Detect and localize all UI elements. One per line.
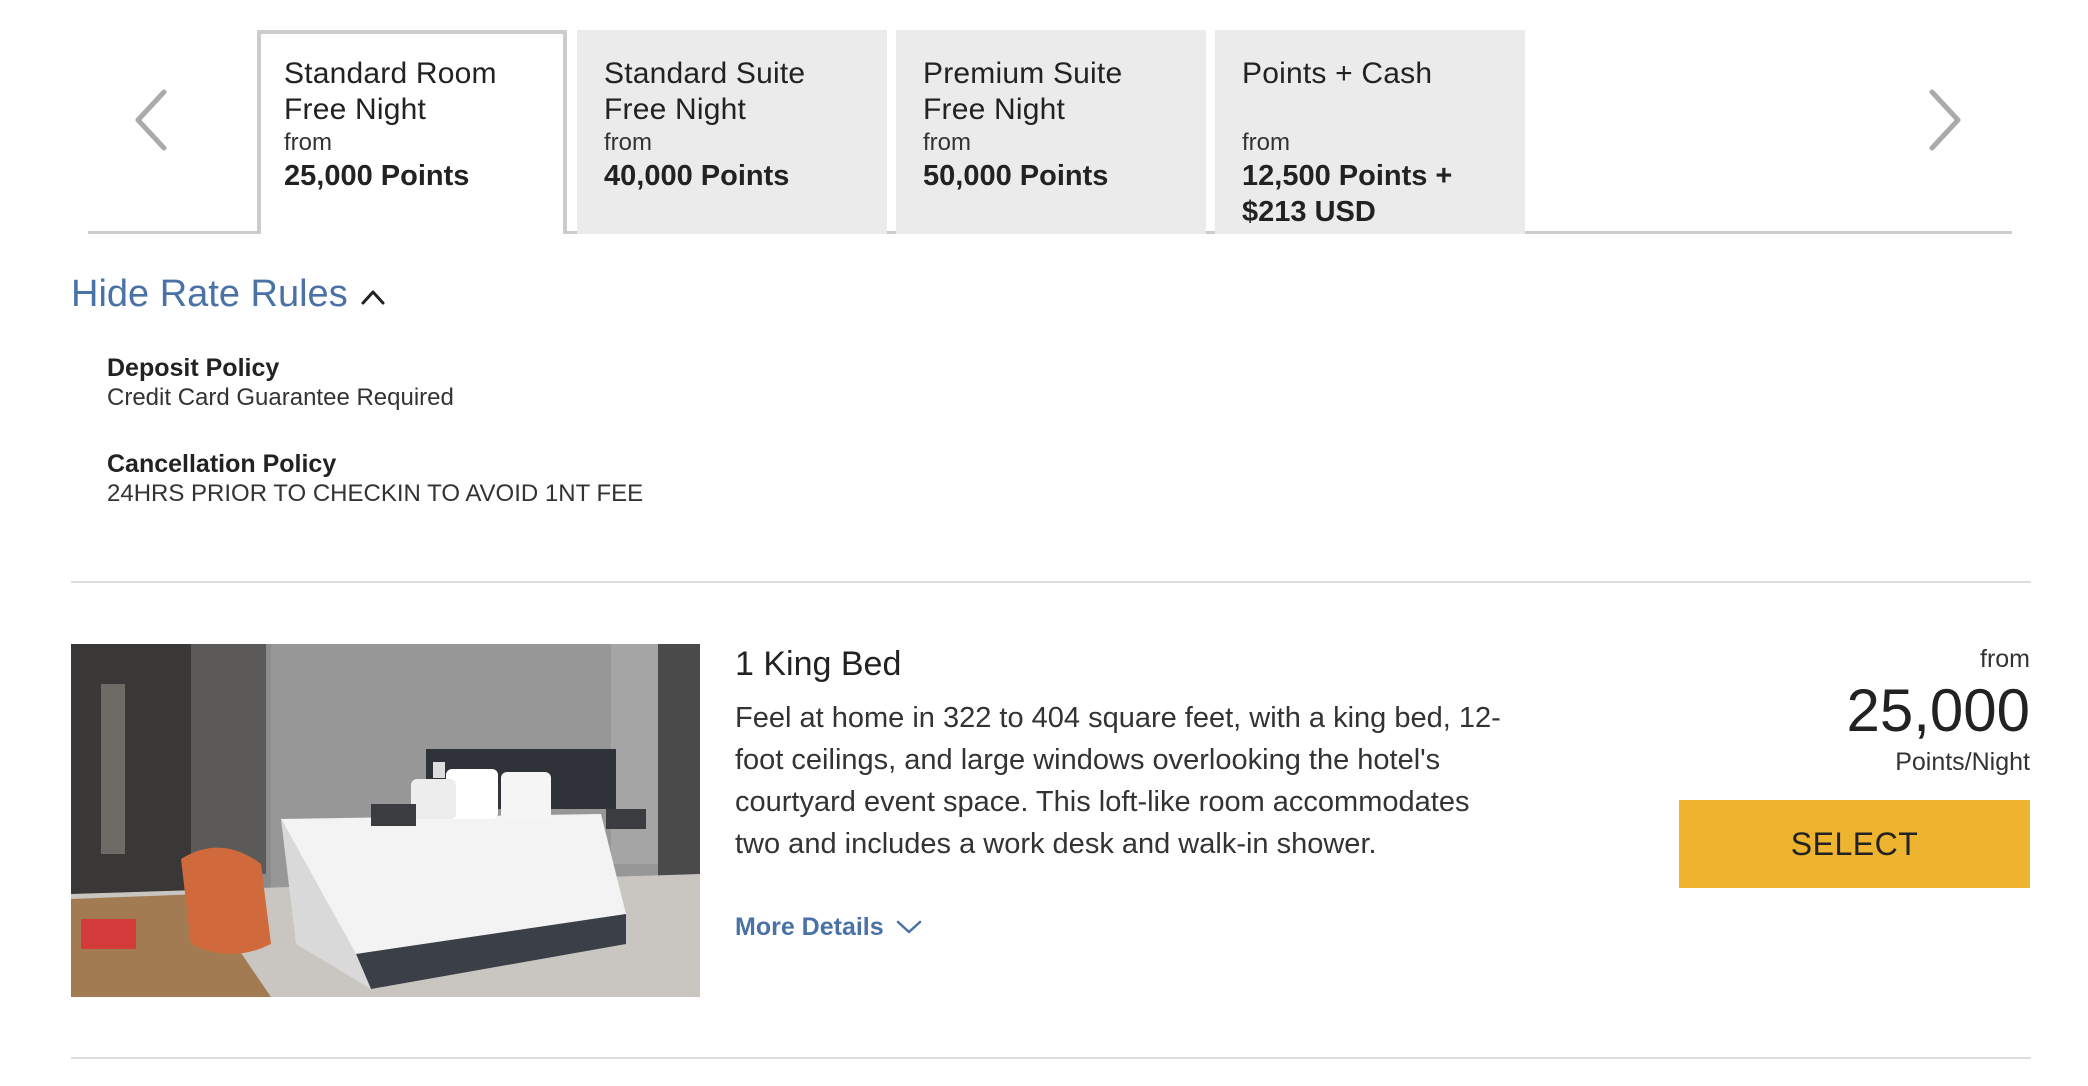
hide-rate-rules-link[interactable]: Hide Rate Rules — [71, 270, 386, 318]
price-unit: Points/Night — [1895, 748, 2030, 776]
tab-from-label: from — [604, 129, 652, 156]
chevron-up-icon — [361, 290, 385, 305]
chevron-right-icon — [1929, 89, 1961, 151]
rate-tab-premium-suite[interactable]: Premium Suite Free Night from 50,000 Poi… — [896, 30, 1206, 234]
section-divider-bottom — [71, 1057, 2031, 1059]
rate-rules-toggle-label: Hide Rate Rules — [71, 273, 348, 315]
rate-tab-points-cash[interactable]: Points + Cash from 12,500 Points + $213 … — [1215, 30, 1525, 234]
room-photo[interactable] — [71, 644, 700, 997]
carousel-next-button[interactable] — [1924, 85, 1968, 155]
tab-from-label: from — [1242, 129, 1290, 156]
price-from-label: from — [1980, 645, 2030, 673]
tab-from-label: from — [923, 129, 971, 156]
deposit-policy-label: Deposit Policy — [107, 354, 280, 382]
tab-from-label: from — [284, 129, 332, 156]
tab-price: 40,000 Points — [604, 160, 790, 192]
tab-title-line2: Free Night — [923, 93, 1066, 126]
chevron-down-icon — [896, 920, 921, 934]
tab-price-points: 12,500 Points + — [1242, 160, 1453, 192]
deposit-policy: Deposit Policy Credit Card Guarantee Req… — [107, 353, 454, 413]
more-details-label: More Details — [735, 913, 884, 941]
tab-title-line2: Free Night — [284, 93, 427, 126]
carousel-prev-button[interactable] — [128, 85, 172, 155]
deposit-policy-value: Credit Card Guarantee Required — [107, 384, 454, 411]
more-details-link[interactable]: More Details — [735, 910, 922, 944]
price-value: 25,000 — [1846, 677, 2030, 744]
tab-title-line1: Premium Suite — [923, 57, 1123, 90]
tab-title-line1: Standard Room — [284, 57, 497, 90]
cancellation-policy: Cancellation Policy 24HRS PRIOR TO CHECK… — [107, 449, 643, 509]
tab-title-line1: Standard Suite — [604, 57, 806, 90]
tab-price: 50,000 Points — [923, 160, 1109, 192]
tab-title-line1: Points + Cash — [1242, 57, 1433, 90]
cancellation-policy-label: Cancellation Policy — [107, 450, 337, 478]
rate-tab-standard-suite[interactable]: Standard Suite Free Night from 40,000 Po… — [577, 30, 887, 234]
tab-title-line2: Free Night — [604, 93, 747, 126]
chevron-left-icon — [135, 89, 167, 151]
room-photo-image — [71, 644, 700, 997]
room-name: 1 King Bed — [735, 645, 902, 683]
tab-price-cash: $213 USD — [1242, 196, 1376, 228]
section-divider — [71, 581, 2031, 583]
select-button[interactable]: SELECT — [1679, 800, 2030, 888]
cancellation-policy-value: 24HRS PRIOR TO CHECKIN TO AVOID 1NT FEE — [107, 480, 644, 507]
rate-tab-standard-room[interactable]: Standard Room Free Night from 25,000 Poi… — [257, 30, 567, 234]
room-description: Feel at home in 322 to 404 square feet, … — [735, 702, 1501, 860]
tab-price: 25,000 Points — [284, 160, 470, 192]
rate-selection-page: Standard Room Free Night from 25,000 Poi… — [0, 0, 2088, 1086]
